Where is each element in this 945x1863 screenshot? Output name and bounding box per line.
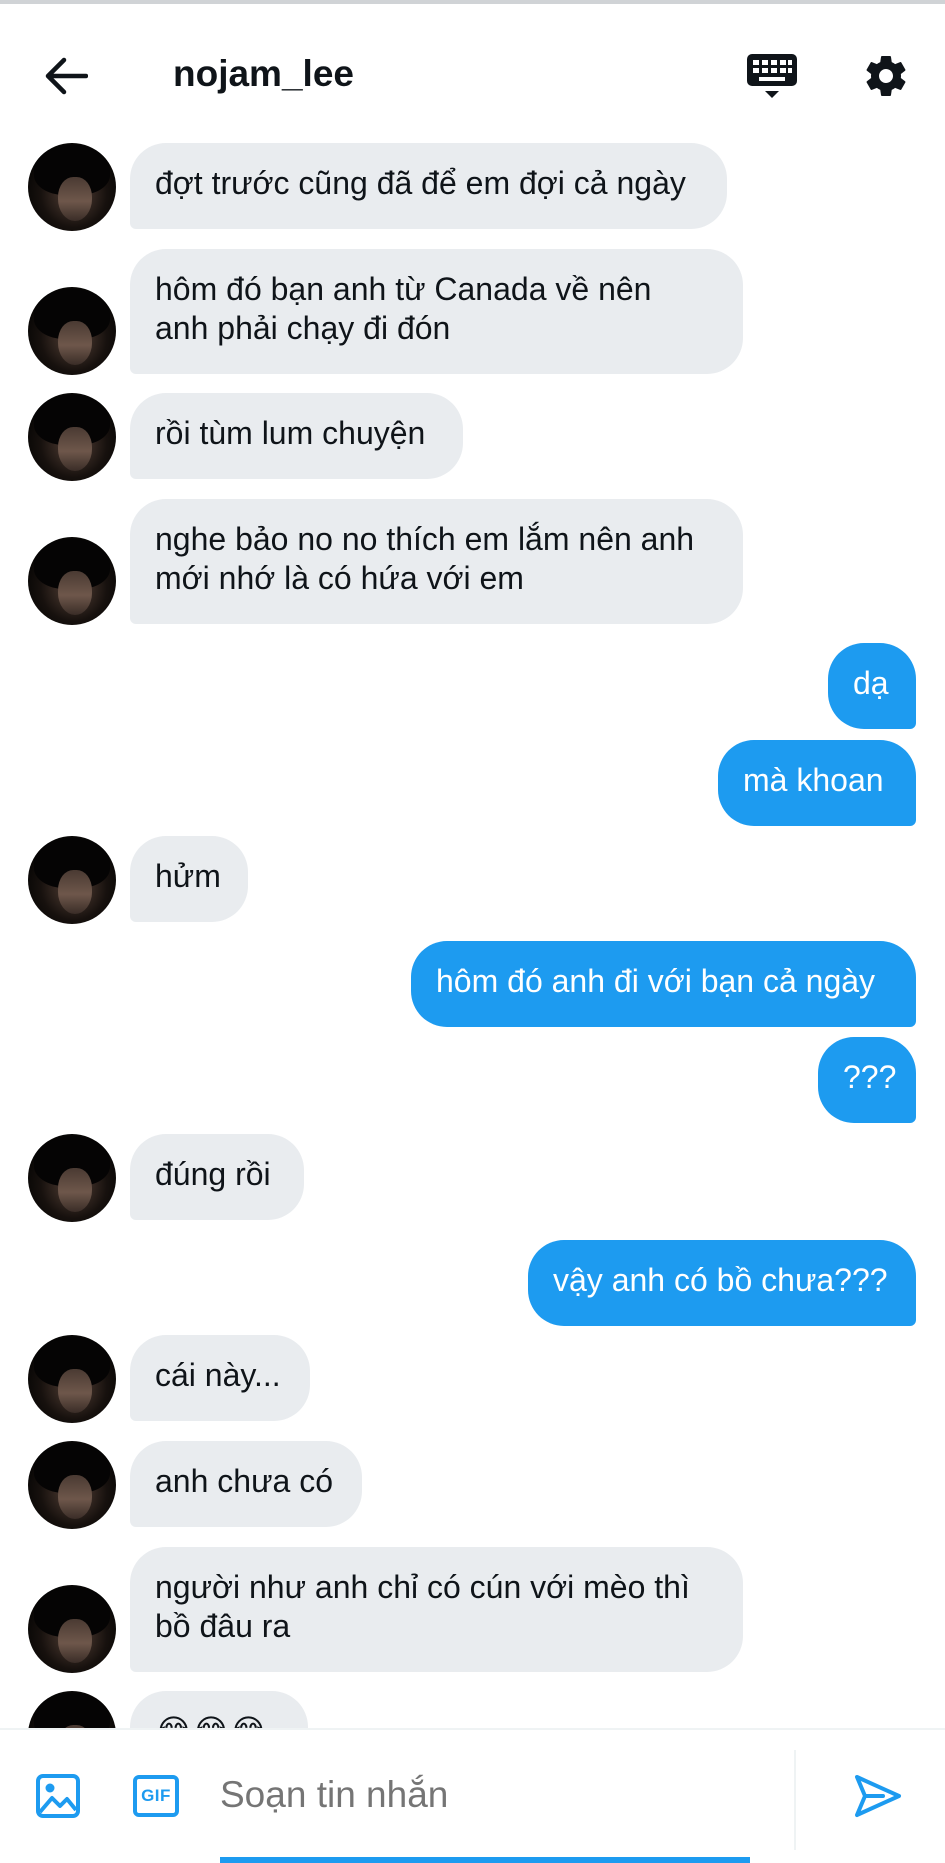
avatar[interactable]: [28, 287, 116, 375]
conversation-header: nojam_lee: [0, 4, 945, 134]
keyboard-icon: [747, 54, 797, 98]
message-input[interactable]: [220, 1764, 740, 1826]
avatar[interactable]: [28, 393, 116, 481]
back-button[interactable]: [36, 46, 96, 106]
incoming-message[interactable]: anh chưa có: [130, 1441, 362, 1527]
add-image-button[interactable]: [28, 1766, 88, 1826]
image-icon: [36, 1774, 80, 1818]
send-icon: [855, 1775, 901, 1817]
gif-icon: GIF: [133, 1775, 179, 1817]
conversation-title[interactable]: nojam_lee: [173, 48, 354, 100]
incoming-message[interactable]: 😂😂😂: [130, 1691, 308, 1728]
avatar[interactable]: [28, 1441, 116, 1529]
incoming-message[interactable]: đúng rồi: [130, 1134, 304, 1220]
incoming-message[interactable]: hửm: [130, 836, 248, 922]
arrow-left-icon: [45, 57, 88, 95]
outgoing-message[interactable]: hôm đó anh đi với bạn cả ngày: [411, 941, 916, 1027]
input-focus-underline: [220, 1857, 750, 1863]
send-button[interactable]: [846, 1764, 910, 1828]
avatar[interactable]: [28, 836, 116, 924]
outgoing-message[interactable]: ???: [818, 1037, 916, 1123]
incoming-message[interactable]: rồi tùm lum chuyện: [130, 393, 463, 479]
incoming-message[interactable]: cái này...: [130, 1335, 310, 1421]
avatar[interactable]: [28, 1134, 116, 1222]
keyboard-button[interactable]: [740, 46, 804, 106]
incoming-message[interactable]: người như anh chỉ có cún với mèo thì bồ …: [130, 1547, 743, 1672]
gif-button[interactable]: GIF: [126, 1766, 186, 1826]
composer-divider: [794, 1750, 796, 1850]
incoming-message[interactable]: hôm đó bạn anh từ Canada về nên anh phải…: [130, 249, 743, 374]
avatar[interactable]: [28, 1585, 116, 1673]
message-composer: GIF: [0, 1728, 945, 1863]
outgoing-message[interactable]: dạ: [828, 643, 916, 729]
incoming-message[interactable]: đợt trước cũng đã để em đợi cả ngày: [130, 143, 727, 229]
avatar[interactable]: [28, 537, 116, 625]
message-list[interactable]: đợt trước cũng đã để em đợi cả ngày hôm …: [0, 134, 945, 1728]
incoming-message[interactable]: nghe bảo no no thích em lắm nên anh mới …: [130, 499, 743, 624]
gear-icon: [866, 55, 906, 96]
outgoing-message[interactable]: mà khoan: [718, 740, 916, 826]
settings-button[interactable]: [856, 46, 916, 106]
avatar[interactable]: [28, 1691, 116, 1728]
outgoing-message[interactable]: vậy anh có bồ chưa???: [528, 1240, 916, 1326]
avatar[interactable]: [28, 1335, 116, 1423]
avatar[interactable]: [28, 143, 116, 231]
